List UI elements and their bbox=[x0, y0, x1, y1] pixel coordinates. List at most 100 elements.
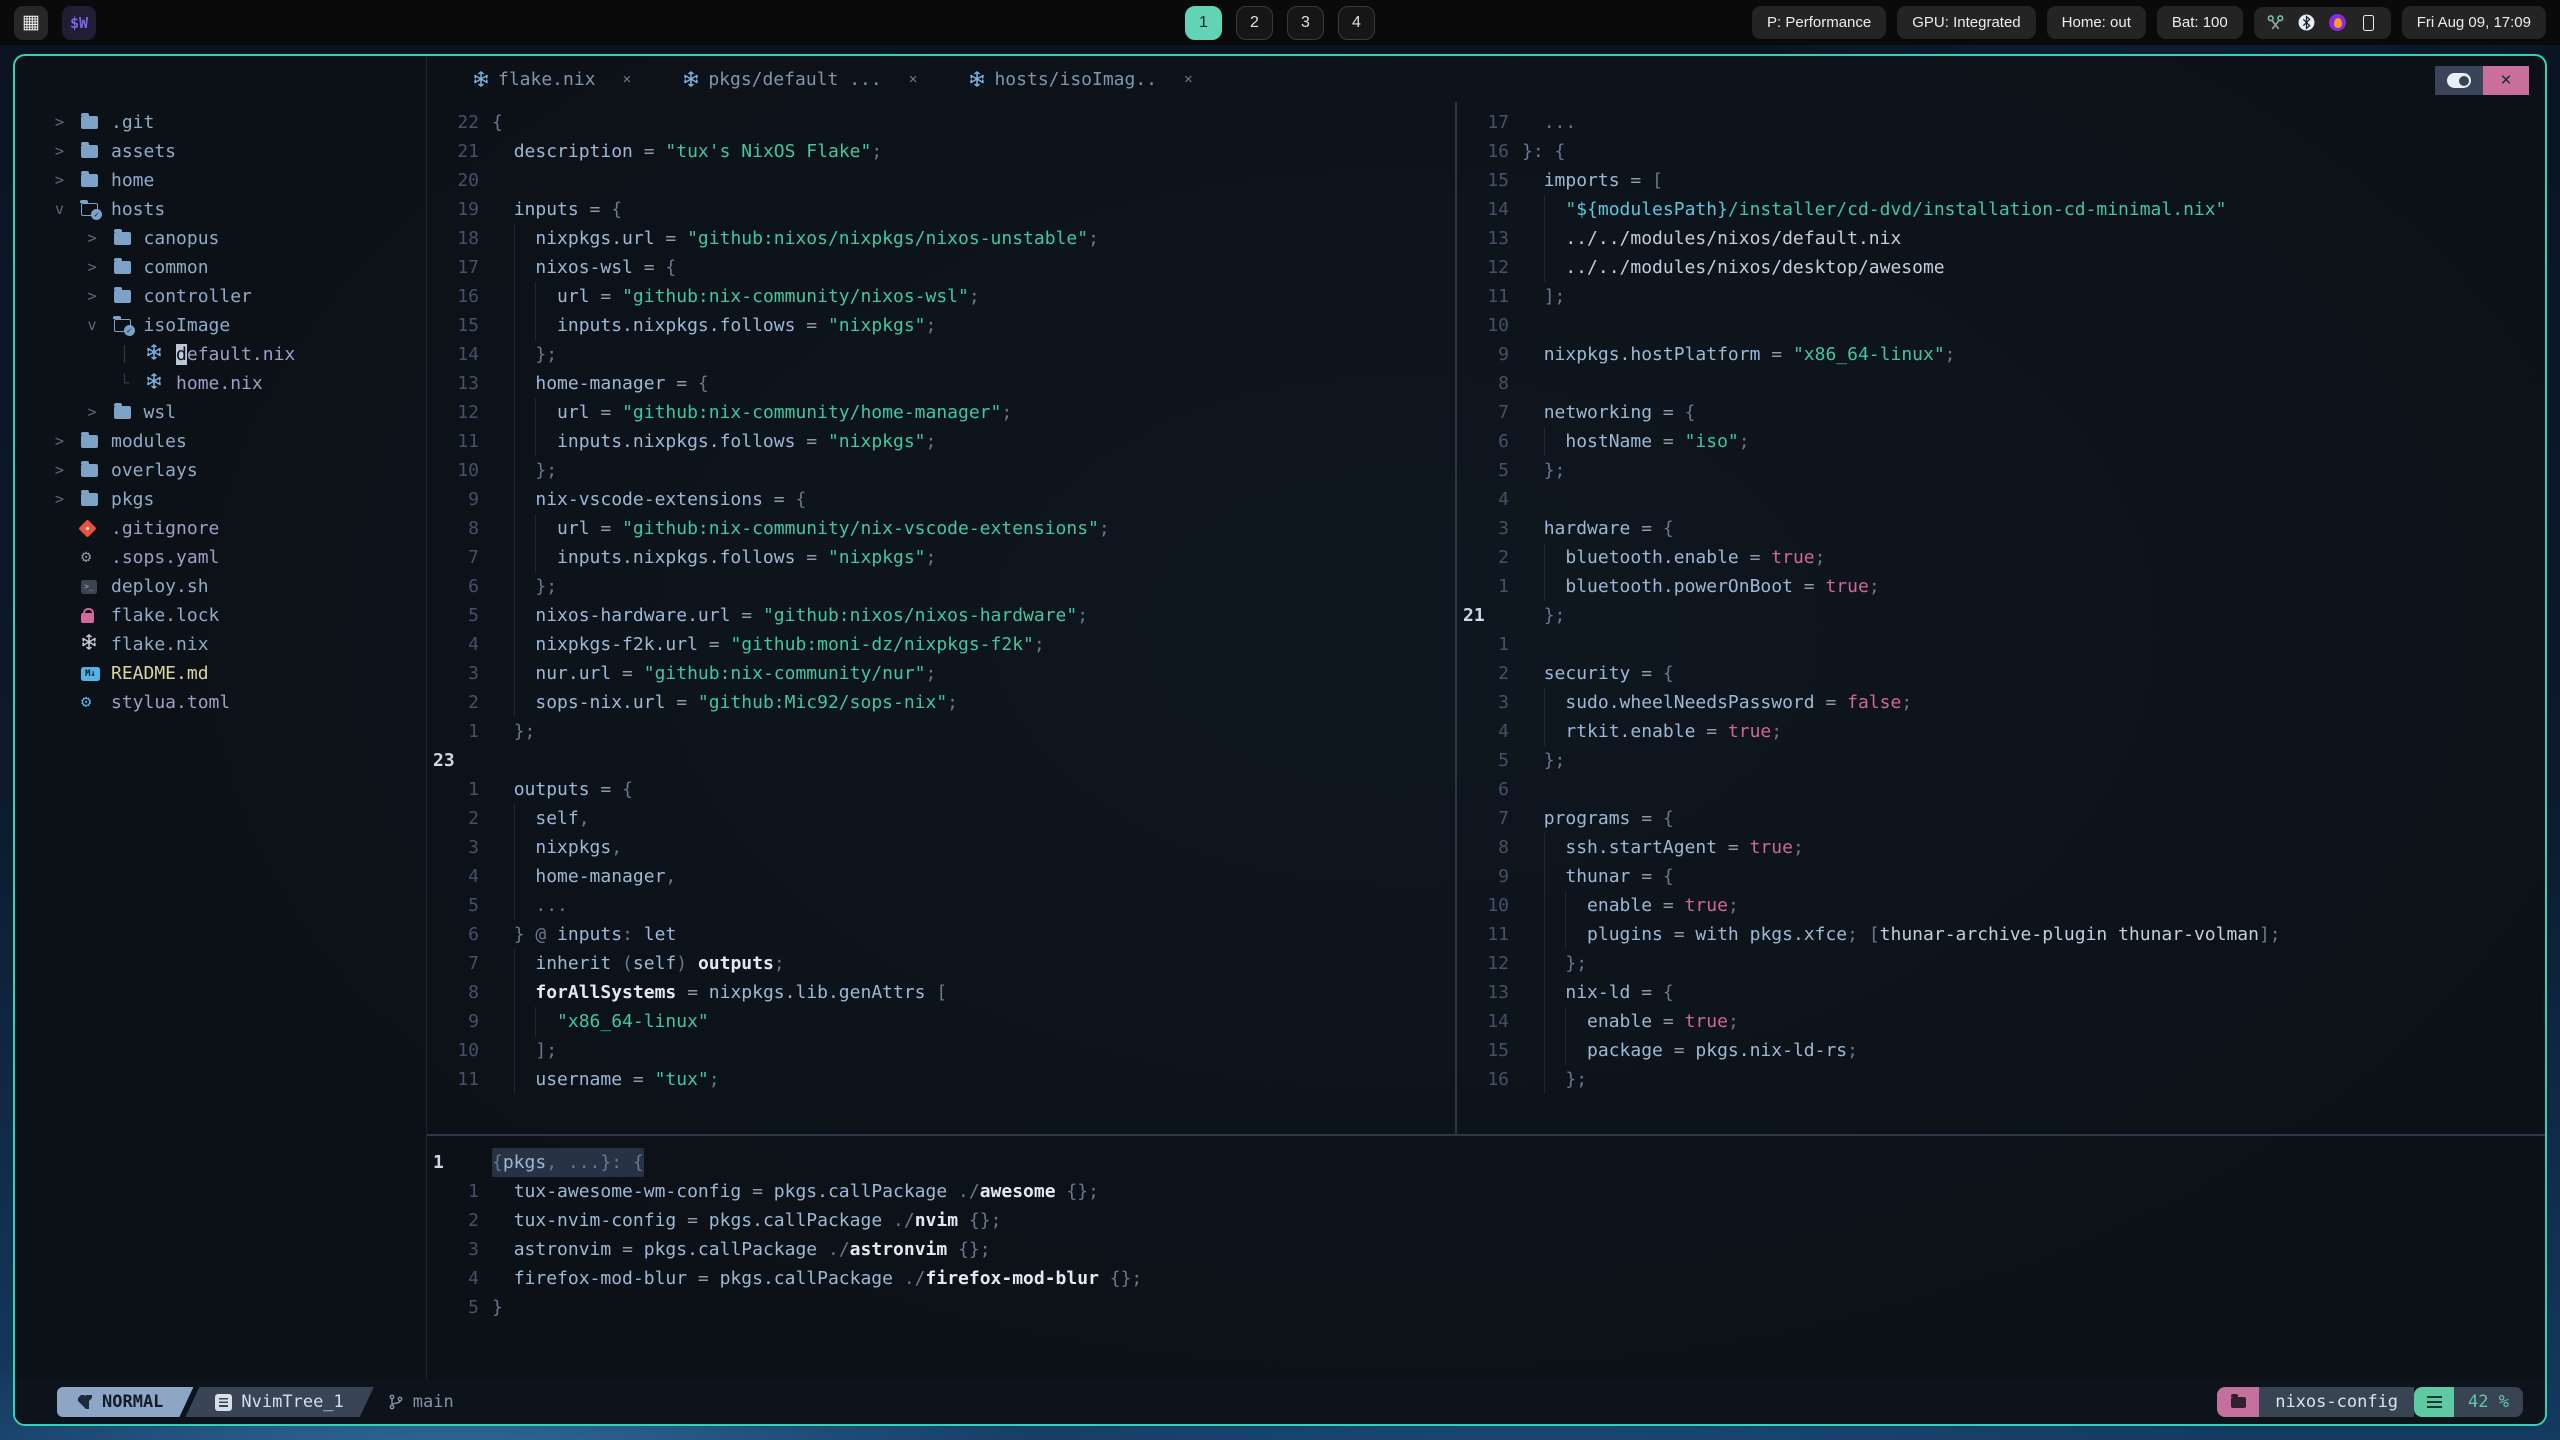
tab-pkgsdefault...[interactable]: pkgs/default ... × bbox=[683, 69, 917, 90]
tree-item-label: overlays bbox=[111, 460, 198, 481]
chevron-right-icon: > bbox=[55, 461, 65, 479]
code-text: hardware = { bbox=[1543, 518, 1674, 539]
tree-item-default.nix[interactable]: │ default.nix bbox=[55, 340, 426, 369]
code-text: plugins = with pkgs.xfce; [thunar-archiv… bbox=[1522, 920, 2281, 949]
close-button[interactable]: × bbox=[2483, 66, 2529, 95]
line-number: 7 bbox=[1498, 808, 1509, 829]
tree-item-.git[interactable]: > .git bbox=[55, 108, 426, 137]
scroll-icon-box bbox=[2414, 1387, 2455, 1417]
tree-item-deploy.sh[interactable]: >_ deploy.sh bbox=[55, 572, 426, 601]
tree-item-canopus[interactable]: > canopus bbox=[55, 224, 426, 253]
code-line: 14 enable = true; bbox=[1457, 1007, 2545, 1036]
indent-guide bbox=[513, 340, 515, 369]
terminal-icon: >_ bbox=[81, 579, 97, 594]
workspace-1[interactable]: 1 bbox=[1185, 5, 1222, 40]
tree-cursor: d bbox=[176, 344, 187, 365]
tree-item-modules[interactable]: > modules bbox=[55, 427, 426, 456]
code-line: 6 } @ inputs: let bbox=[427, 920, 1455, 949]
toggle-button[interactable] bbox=[2435, 66, 2483, 95]
line-number: 1 bbox=[1498, 634, 1509, 655]
indent-guide bbox=[513, 659, 515, 688]
app-launcher-button[interactable]: ▦ bbox=[14, 5, 48, 40]
indent-guide bbox=[513, 630, 515, 659]
code-line: 21 description = "tux's NixOS Flake"; bbox=[427, 137, 1455, 166]
apps-grid-icon: ▦ bbox=[22, 12, 40, 33]
line-number: 9 bbox=[1498, 866, 1509, 887]
folder-icon bbox=[81, 490, 98, 506]
tree-item-label: .gitignore bbox=[111, 518, 220, 539]
line-number: 20 bbox=[457, 170, 479, 191]
code-text: bluetooth.enable = true; bbox=[1522, 543, 1825, 572]
tree-item-controller[interactable]: > controller bbox=[55, 282, 426, 311]
code-line: 5} bbox=[427, 1293, 2545, 1322]
tree-item-home[interactable]: > home bbox=[55, 166, 426, 195]
tab-close-icon[interactable]: × bbox=[1184, 71, 1193, 88]
tree-item-wsl[interactable]: > wsl bbox=[55, 398, 426, 427]
tree-item-common[interactable]: > common bbox=[55, 253, 426, 282]
tree-item-isoImage[interactable]: v isoImage bbox=[55, 311, 426, 340]
tab-hostsisoImag..[interactable]: hosts/isoImag.. × bbox=[969, 68, 1193, 90]
code-text: }: { bbox=[1522, 141, 1566, 162]
phone-icon[interactable] bbox=[2360, 14, 2378, 32]
tree-item-hosts[interactable]: v hosts bbox=[55, 195, 426, 224]
line-number: 15 bbox=[1487, 170, 1509, 191]
nvimtree-sidebar[interactable]: > .git > assets > home v hosts > canopus > common… bbox=[15, 56, 427, 1380]
indent-guide bbox=[535, 427, 537, 456]
code-line: 19 inputs = { bbox=[427, 195, 1455, 224]
code-text: nix-vscode-extensions = { bbox=[492, 485, 806, 514]
chevron-right-icon: > bbox=[87, 287, 97, 305]
tree-item-flake.nix[interactable]: flake.nix bbox=[55, 630, 426, 659]
code-line: 14 }; bbox=[427, 340, 1455, 369]
tree-item-.sops.yaml[interactable]: ⚙ .sops.yaml bbox=[55, 543, 426, 572]
line-number: 3 bbox=[1498, 518, 1509, 539]
code-line: 13 ../../modules/nixos/default.nix bbox=[1457, 224, 2545, 253]
terminal-window: × > .git > assets > home v hosts > canopus > comm… bbox=[13, 54, 2547, 1426]
current-line-number: 1 bbox=[433, 1152, 444, 1173]
code-line: 20 bbox=[427, 166, 1455, 195]
code-text: security = { bbox=[1543, 663, 1674, 684]
tree-item-.gitignore[interactable]: .gitignore bbox=[55, 514, 426, 543]
tab-close-icon[interactable]: × bbox=[623, 71, 632, 88]
folder-icon bbox=[81, 171, 98, 187]
code-text: } @ inputs: let bbox=[513, 924, 677, 945]
logo-button[interactable]: $W bbox=[62, 5, 96, 40]
pane-iso-default-nix[interactable]: 17 ... 16}: {15 imports = [14 "${modulesP… bbox=[1455, 102, 2545, 1134]
tab-flake.nix[interactable]: flake.nix × bbox=[473, 69, 631, 90]
code-text: hostName = "iso"; bbox=[1522, 427, 1750, 456]
tree-item-flake.lock[interactable]: flake.lock bbox=[55, 601, 426, 630]
line-number: 16 bbox=[1487, 141, 1509, 162]
code-text: outputs = { bbox=[513, 779, 633, 800]
bluetooth-icon[interactable] bbox=[2298, 14, 2316, 32]
line-number: 2 bbox=[1498, 663, 1509, 684]
indent-guide bbox=[1543, 1065, 1545, 1094]
code-text: "x86_64-linux" bbox=[492, 1007, 709, 1036]
logo-text: $W bbox=[69, 13, 89, 32]
pane-flake-nix[interactable]: 22{21 description = "tux's NixOS Flake";… bbox=[427, 102, 1455, 1134]
code-text: {pkgs, ...}: { bbox=[492, 1148, 644, 1177]
code-text: nix-ld = { bbox=[1522, 978, 1674, 1007]
workspace-2[interactable]: 2 bbox=[1236, 5, 1273, 40]
workspace-3[interactable]: 3 bbox=[1287, 5, 1324, 40]
indent-guide bbox=[1543, 572, 1545, 601]
tab-label: hosts/isoImag.. bbox=[994, 68, 1158, 90]
tree-item-label: modules bbox=[111, 431, 187, 452]
tree-item-README.md[interactable]: M↓ README.md bbox=[55, 659, 426, 688]
tree-item-pkgs[interactable]: > pkgs bbox=[55, 485, 426, 514]
code-text: self, bbox=[492, 804, 590, 833]
tree-item-label: assets bbox=[111, 141, 177, 162]
tree-item-assets[interactable]: > assets bbox=[55, 137, 426, 166]
line-number: 21 bbox=[457, 141, 479, 162]
tab-close-icon[interactable]: × bbox=[909, 71, 918, 88]
workspace-4[interactable]: 4 bbox=[1338, 5, 1375, 40]
tree-item-home.nix[interactable]: └ home.nix bbox=[55, 369, 426, 398]
indent-guide bbox=[1543, 920, 1545, 949]
tree-item-stylua.toml[interactable]: ⚙ stylua.toml bbox=[55, 688, 426, 717]
code-line: 1 }; bbox=[427, 717, 1455, 746]
tree-item-overlays[interactable]: > overlays bbox=[55, 456, 426, 485]
flame-icon[interactable] bbox=[2329, 14, 2347, 32]
pane-pkgs-default-nix[interactable]: 1 {pkgs, ...}: {1 tux-awesome-wm-config =… bbox=[427, 1134, 2545, 1380]
buffer-icon bbox=[215, 1394, 232, 1411]
scissors-icon[interactable] bbox=[2267, 14, 2285, 32]
indent-guide bbox=[1543, 833, 1545, 862]
